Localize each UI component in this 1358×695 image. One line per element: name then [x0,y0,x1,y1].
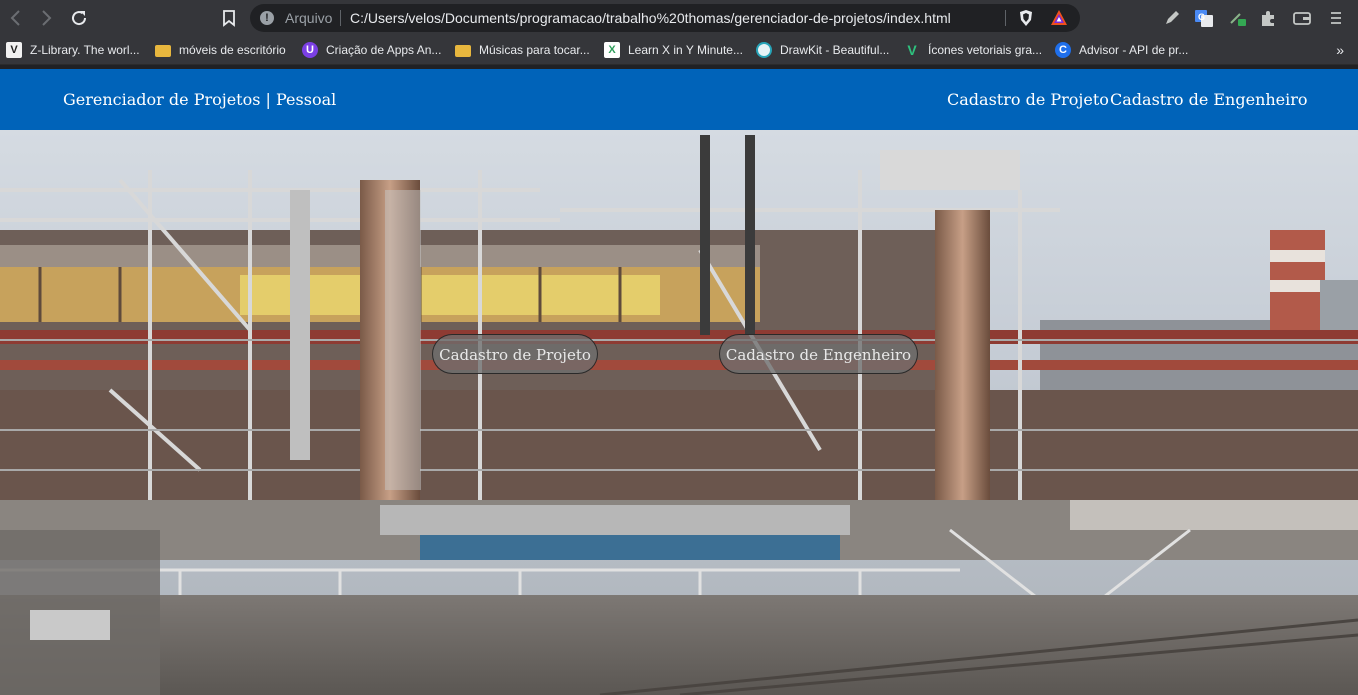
brave-rewards-icon[interactable] [1050,9,1068,27]
bookmarks-bar: V Z-Library. The worl... móveis de escri… [0,36,1358,65]
more-bookmarks-icon[interactable]: » [1336,40,1344,60]
page-content: Gerenciador de Projetos | Pessoal Cadast… [0,69,1358,695]
learnx-icon: X [604,42,620,58]
browser-toolbar: ! Arquivo C:/Users/velos/Documents/progr… [0,0,1358,36]
bookmark-label: Músicas para tocar... [479,43,590,57]
folder-icon [155,45,171,57]
eyedropper-extension-icon[interactable] [1228,8,1248,28]
hero-section: Cadastro de Projeto Cadastro de Engenhei… [0,130,1358,695]
bookmark-item[interactable]: DrawKit - Beautiful... [756,40,889,60]
bookmark-label: móveis de escritório [179,43,286,57]
advisor-icon: C [1055,42,1071,58]
svg-text:G: G [1198,12,1205,22]
address-bar[interactable]: ! Arquivo C:/Users/velos/Documents/progr… [250,4,1080,32]
hero-button-cadastro-engenheiro[interactable]: Cadastro de Engenheiro [719,334,918,374]
info-icon[interactable]: ! [260,11,274,25]
address-separator [340,10,341,26]
bookmark-item[interactable]: U Criação de Apps An... [302,40,441,60]
wallet-icon[interactable] [1292,8,1312,28]
drawkit-icon [756,42,772,58]
nav-link-cadastro-projeto[interactable]: Cadastro de Projeto [947,89,1109,111]
translate-extension-icon[interactable]: G [1194,8,1214,28]
bookmark-item[interactable]: V Z-Library. The worl... [6,40,140,60]
pen-extension-icon[interactable] [1162,8,1182,28]
vector-icon: V [907,42,917,58]
address-separator [1005,10,1006,26]
reload-icon[interactable] [67,6,91,30]
bookmark-folder[interactable]: Músicas para tocar... [455,40,590,60]
hero-button-cadastro-projeto[interactable]: Cadastro de Projeto [432,334,598,374]
bookmark-item[interactable]: X Learn X in Y Minute... [604,40,743,60]
bookmark-label: Ícones vetoriais gra... [928,43,1043,57]
brave-shield-icon[interactable] [1018,9,1034,27]
navbar-brand[interactable]: Gerenciador de Projetos | Pessoal [63,89,336,111]
extensions-puzzle-icon[interactable] [1258,8,1278,28]
app-icon: U [302,42,318,58]
z-library-icon: V [6,42,22,58]
back-icon[interactable] [4,6,28,30]
forward-icon[interactable] [34,6,58,30]
bookmark-label: Criação de Apps An... [326,43,442,57]
nav-link-cadastro-engenheiro[interactable]: Cadastro de Engenheiro [1110,89,1308,111]
bookmark-star-icon[interactable] [217,6,241,30]
bookmark-label: Advisor - API de pr... [1079,43,1189,57]
bookmark-label: Learn X in Y Minute... [628,43,743,57]
top-navbar: Gerenciador de Projetos | Pessoal Cadast… [0,69,1358,130]
industrial-refinery-image [0,130,1358,695]
folder-icon [455,45,471,57]
scheme-label: Arquivo [285,10,333,26]
bookmark-folder[interactable]: móveis de escritório [155,40,286,60]
bookmark-label: Z-Library. The worl... [30,43,140,57]
bookmark-item[interactable]: C Advisor - API de pr... [1055,40,1188,60]
bookmark-item[interactable]: V Ícones vetoriais gra... [904,40,1042,60]
menu-hamburger-icon[interactable] [1326,8,1346,28]
url-text[interactable]: C:/Users/velos/Documents/programacao/tra… [350,9,951,27]
bookmark-label: DrawKit - Beautiful... [780,43,890,57]
